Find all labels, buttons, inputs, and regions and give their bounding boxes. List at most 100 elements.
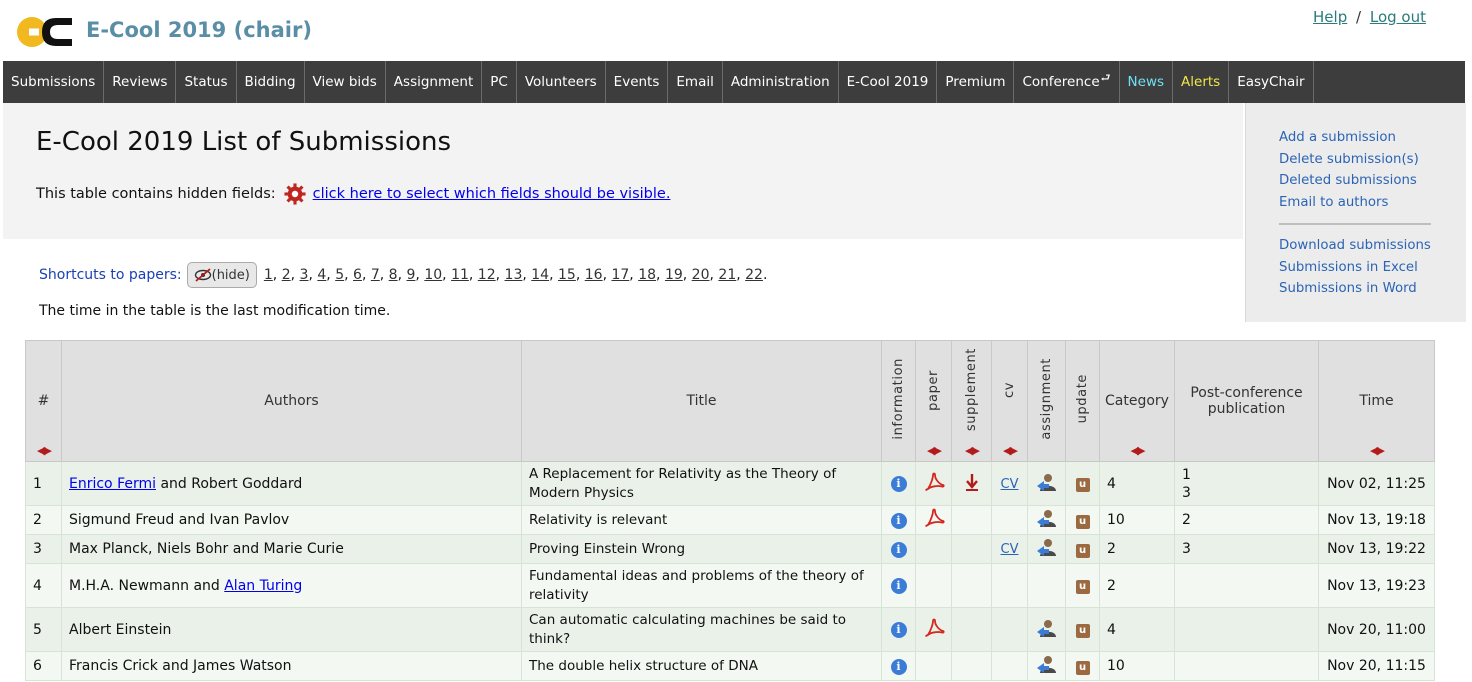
nav-bidding[interactable]: Bidding bbox=[237, 61, 305, 103]
cell-title: Can automatic calculating machines be sa… bbox=[521, 607, 882, 652]
hide-shortcuts-label: (hide) bbox=[211, 267, 250, 283]
delete-submissions-link[interactable]: Delete submission(s) bbox=[1279, 149, 1419, 171]
paper-shortcut-link[interactable]: 17 bbox=[611, 267, 629, 283]
col-supplement-header[interactable]: supplement ◀▶ bbox=[951, 340, 992, 462]
paper-shortcut-link[interactable]: 14 bbox=[531, 267, 549, 283]
col-authors-header: Authors bbox=[61, 340, 522, 462]
nav-premium[interactable]: Premium bbox=[937, 61, 1015, 103]
update-icon[interactable]: u bbox=[1075, 580, 1090, 594]
cell-assignment bbox=[1027, 534, 1066, 564]
assign-reviewer-icon[interactable] bbox=[1035, 539, 1059, 561]
paper-shortcut-link[interactable]: 1 bbox=[264, 267, 273, 283]
submissions-excel-link[interactable]: Submissions in Excel bbox=[1279, 257, 1431, 279]
nav-submissions[interactable]: Submissions bbox=[3, 61, 105, 103]
sort-arrows-icon[interactable]: ◀▶ bbox=[992, 444, 1027, 457]
paper-shortcut-link[interactable]: 3 bbox=[300, 267, 309, 283]
assign-reviewer-icon[interactable] bbox=[1035, 656, 1059, 678]
nav-easychair[interactable]: EasyChair bbox=[1229, 61, 1314, 103]
pdf-icon[interactable] bbox=[923, 618, 945, 642]
col-time-header[interactable]: Time ◀▶ bbox=[1318, 340, 1435, 462]
paper-shortcut-link[interactable]: 5 bbox=[335, 267, 344, 283]
paper-shortcut-link[interactable]: 15 bbox=[558, 267, 576, 283]
cell-category: 2 bbox=[1099, 563, 1175, 608]
gear-icon[interactable] bbox=[284, 183, 306, 205]
cv-link[interactable]: CV bbox=[1001, 477, 1019, 492]
email-authors-link[interactable]: Email to authors bbox=[1279, 192, 1419, 214]
information-icon[interactable]: i bbox=[890, 512, 907, 529]
download-submissions-link[interactable]: Download submissions bbox=[1279, 235, 1431, 257]
shortcuts-label: Shortcuts to papers: bbox=[39, 267, 182, 283]
nav-status[interactable]: Status bbox=[176, 61, 237, 103]
nav-events[interactable]: Events bbox=[606, 61, 669, 103]
paper-shortcut-link[interactable]: 6 bbox=[353, 267, 362, 283]
col-cv-header[interactable]: cv ◀▶ bbox=[991, 340, 1028, 462]
submissions-word-link[interactable]: Submissions in Word bbox=[1279, 278, 1431, 300]
paper-shortcut-link[interactable]: 2 bbox=[282, 267, 291, 283]
information-icon[interactable]: i bbox=[890, 541, 907, 558]
paper-shortcut-link[interactable]: 18 bbox=[638, 267, 656, 283]
update-icon[interactable]: u bbox=[1075, 514, 1090, 529]
sort-arrows-icon[interactable]: ◀▶ bbox=[1100, 444, 1174, 457]
nav-news[interactable]: News bbox=[1120, 61, 1174, 103]
information-icon[interactable]: i bbox=[890, 578, 907, 594]
assign-reviewer-icon[interactable] bbox=[1035, 473, 1059, 496]
cell-assignment bbox=[1027, 563, 1066, 608]
update-icon[interactable]: u bbox=[1075, 624, 1090, 638]
cv-link[interactable]: CV bbox=[1001, 542, 1019, 557]
nav-administration[interactable]: Administration bbox=[723, 61, 839, 103]
update-icon[interactable]: u bbox=[1075, 660, 1090, 675]
table-row: 4 M.H.A. Newmann and Alan Turing Fundament… bbox=[25, 563, 1435, 608]
sort-arrows-icon[interactable]: ◀▶ bbox=[916, 444, 951, 457]
select-visible-fields-link[interactable]: click here to select which fields should… bbox=[313, 186, 671, 202]
update-icon[interactable]: u bbox=[1075, 478, 1090, 492]
paper-shortcut-link[interactable]: 9 bbox=[407, 267, 416, 283]
download-icon[interactable] bbox=[963, 473, 981, 496]
col-paper-header[interactable]: paper ◀▶ bbox=[915, 340, 952, 462]
update-icon[interactable]: u bbox=[1075, 543, 1090, 558]
nav-volunteers[interactable]: Volunteers bbox=[517, 61, 606, 103]
paper-shortcut-link[interactable]: 19 bbox=[665, 267, 683, 283]
paper-shortcut-link[interactable]: 11 bbox=[451, 267, 469, 283]
sort-arrows-icon[interactable]: ◀▶ bbox=[1319, 444, 1434, 457]
pdf-icon[interactable] bbox=[923, 472, 945, 496]
hide-shortcuts-button[interactable]: (hide) bbox=[186, 262, 257, 288]
sort-arrows-icon[interactable]: ◀▶ bbox=[952, 444, 991, 457]
nav-conference-name[interactable]: E-Cool 2019 bbox=[839, 61, 938, 103]
paper-shortcut-link[interactable]: 20 bbox=[692, 267, 710, 283]
nav-pc[interactable]: PC bbox=[482, 61, 517, 103]
paper-shortcut-link[interactable]: 7 bbox=[371, 267, 380, 283]
paper-shortcut-link[interactable]: 4 bbox=[317, 267, 326, 283]
paper-shortcut-link[interactable]: 21 bbox=[718, 267, 736, 283]
cell-update: u bbox=[1065, 563, 1100, 608]
nav-email[interactable]: Email bbox=[668, 61, 723, 103]
paper-shortcut-link[interactable]: 8 bbox=[389, 267, 398, 283]
logout-link[interactable]: Log out bbox=[1370, 8, 1426, 26]
information-icon[interactable]: i bbox=[890, 658, 907, 675]
add-submission-link[interactable]: Add a submission bbox=[1279, 127, 1419, 149]
col-number-header[interactable]: # ◀▶ bbox=[25, 340, 62, 462]
pdf-icon[interactable] bbox=[923, 508, 945, 532]
author-link[interactable]: Enrico Fermi bbox=[69, 476, 156, 492]
information-icon[interactable]: i bbox=[890, 476, 907, 492]
paper-shortcut-link[interactable]: 16 bbox=[585, 267, 603, 283]
paper-shortcut-link[interactable]: 10 bbox=[424, 267, 442, 283]
cell-cv: CV bbox=[991, 534, 1028, 564]
author-link[interactable]: Alan Turing bbox=[224, 578, 302, 594]
deleted-submissions-link[interactable]: Deleted submissions bbox=[1279, 170, 1419, 192]
table-row: 1 Enrico Fermi and Robert Goddard A Replac… bbox=[25, 461, 1435, 506]
assign-reviewer-icon[interactable] bbox=[1035, 619, 1059, 642]
nav-conference[interactable]: Conference⮐ bbox=[1014, 61, 1120, 103]
paper-shortcut-link[interactable]: 13 bbox=[505, 267, 523, 283]
paper-shortcut-link[interactable]: 22 bbox=[745, 267, 763, 283]
cell-category: 2 bbox=[1099, 534, 1175, 564]
sort-arrows-icon[interactable]: ◀▶ bbox=[26, 444, 61, 457]
help-link[interactable]: Help bbox=[1313, 8, 1347, 26]
assign-reviewer-icon[interactable] bbox=[1035, 510, 1059, 532]
col-category-header[interactable]: Category ◀▶ bbox=[1099, 340, 1175, 462]
nav-view-bids[interactable]: View bids bbox=[305, 61, 386, 103]
information-icon[interactable]: i bbox=[890, 622, 907, 638]
nav-assignment[interactable]: Assignment bbox=[386, 61, 483, 103]
nav-reviews[interactable]: Reviews bbox=[104, 61, 177, 103]
nav-alerts[interactable]: Alerts bbox=[1173, 61, 1230, 103]
paper-shortcut-link[interactable]: 12 bbox=[478, 267, 496, 283]
